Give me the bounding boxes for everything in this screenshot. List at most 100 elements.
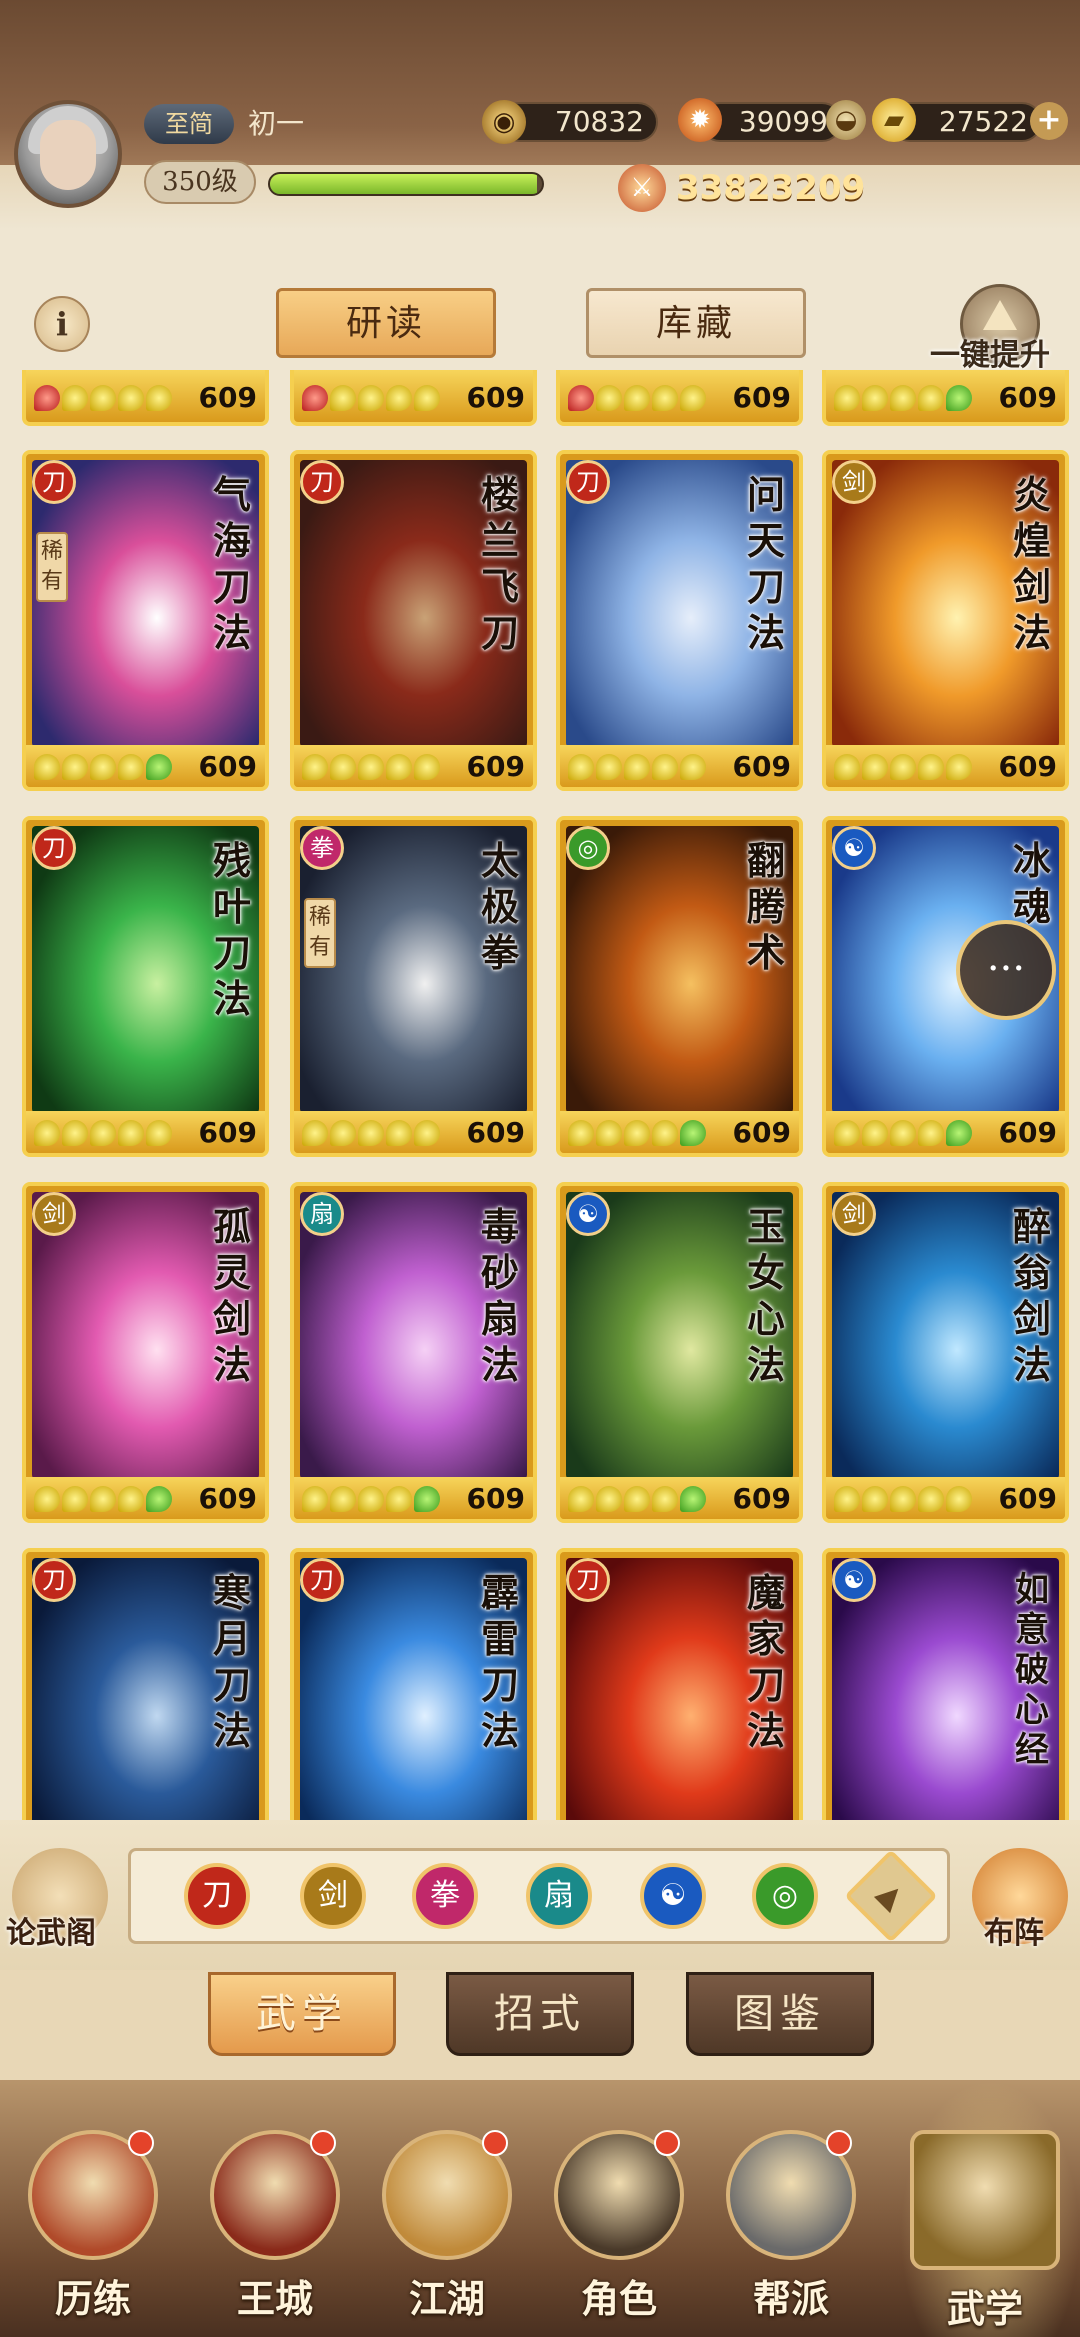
yellow-bead-icon: [386, 385, 412, 411]
yellow-bead-icon: [568, 1120, 594, 1146]
subtab-martial-arts[interactable]: 武学: [208, 1972, 396, 2056]
martial-art-card[interactable]: 刀 残叶刀法 609: [22, 816, 269, 1157]
yellow-bead-icon: [624, 1120, 650, 1146]
martial-art-card[interactable]: ☯ 如意破心经: [822, 1548, 1069, 1820]
martial-art-card[interactable]: 刀 寒月刀法: [22, 1548, 269, 1820]
yellow-bead-icon: [862, 385, 888, 411]
card-count: 609: [198, 1482, 257, 1515]
green-bead-icon: [680, 1486, 706, 1512]
yellow-bead-icon: [680, 754, 706, 780]
chat-bubble-icon[interactable]: ···: [956, 920, 1056, 1020]
martial-art-card[interactable]: ◎ 翻腾术 609: [556, 816, 803, 1157]
green-bead-icon: [146, 1486, 172, 1512]
yellow-bead-icon: [862, 1486, 888, 1512]
add-currency-icon[interactable]: +: [1030, 102, 1068, 140]
yellow-bead-icon: [146, 1120, 172, 1146]
card-count: 609: [732, 381, 791, 414]
notification-dot-icon: [310, 2130, 336, 2156]
filter-flex-icon[interactable]: ◎: [752, 1863, 818, 1929]
fist-school-icon: 拳: [300, 826, 344, 870]
nav-0[interactable]: 历练: [18, 2130, 168, 2330]
filter-fist-icon[interactable]: 拳: [412, 1863, 478, 1929]
star-beads: [568, 1117, 708, 1147]
card-count: 609: [466, 750, 525, 783]
star-beads: [302, 382, 442, 412]
yellow-bead-icon: [358, 385, 384, 411]
partial-card-footer[interactable]: 609: [290, 370, 537, 426]
card-name: 如意破心经: [1015, 1570, 1049, 1770]
nav-2[interactable]: 江湖: [372, 2130, 522, 2330]
tab-collection[interactable]: 库藏: [586, 288, 806, 358]
martial-art-card[interactable]: 剑 炎煌剑法 609: [822, 450, 1069, 791]
yellow-bead-icon: [118, 1486, 144, 1512]
notification-dot-icon: [482, 2130, 508, 2156]
sword-school-icon: 剑: [832, 1192, 876, 1236]
yellow-bead-icon: [596, 754, 622, 780]
martial-art-card[interactable]: 刀 楼兰飞刀 609: [290, 450, 537, 791]
inner-school-icon: ☯: [566, 1192, 610, 1236]
yellow-bead-icon: [596, 385, 622, 411]
filter-fan-icon[interactable]: 扇: [526, 1863, 592, 1929]
yellow-bead-icon: [890, 1486, 916, 1512]
martial-art-card[interactable]: 拳稀有 太极拳 609: [290, 816, 537, 1157]
yellow-bead-icon: [414, 754, 440, 780]
combat-power-value: 33823209: [676, 168, 866, 208]
martial-art-card[interactable]: 刀 魔家刀法: [556, 1548, 803, 1820]
yellow-bead-icon: [62, 754, 88, 780]
yellow-bead-icon: [386, 1486, 412, 1512]
star-beads: [34, 1483, 174, 1513]
card-count: 609: [998, 1116, 1057, 1149]
subtab-moves[interactable]: 招式: [446, 1972, 634, 2056]
card-count: 609: [466, 381, 525, 414]
nav-4[interactable]: 帮派: [716, 2130, 866, 2330]
sword-school-icon: 剑: [832, 460, 876, 504]
yellow-bead-icon: [918, 1120, 944, 1146]
martial-art-card[interactable]: 剑 醉翁剑法 609: [822, 1182, 1069, 1523]
filter-saber-icon[interactable]: 刀: [184, 1863, 250, 1929]
yellow-bead-icon: [652, 754, 678, 780]
tab-study[interactable]: 研读: [276, 288, 496, 358]
martial-arts-grid[interactable]: 609 609 609 609 刀稀有 气海刀法 609 刀楼兰飞刀 609 刀问天刀法 609 剑炎…: [0, 370, 1080, 1820]
yellow-bead-icon: [34, 1486, 60, 1512]
martial-art-card[interactable]: ☯ 玉女心法 609: [556, 1182, 803, 1523]
star-beads: [568, 1483, 708, 1513]
partial-card-footer[interactable]: 609: [22, 370, 269, 426]
yellow-bead-icon: [834, 754, 860, 780]
upgrade-arrow-icon: [983, 300, 1017, 330]
yellow-bead-icon: [624, 385, 650, 411]
filter-inner-icon[interactable]: ☯: [640, 1863, 706, 1929]
nav-5[interactable]: 武学: [910, 2130, 1060, 2331]
coin-icon: ◉: [482, 100, 526, 144]
yellow-bead-icon: [890, 1120, 916, 1146]
subtab-atlas[interactable]: 图鉴: [686, 1972, 874, 2056]
martial-art-card[interactable]: 刀 问天刀法 609: [556, 450, 803, 791]
card-name: 太极拳: [480, 838, 519, 975]
yellow-bead-icon: [834, 385, 860, 411]
card-count: 609: [198, 750, 257, 783]
vip-tag[interactable]: 至简: [144, 104, 234, 144]
martial-art-card[interactable]: 扇 毒砂扇法 609: [290, 1182, 537, 1523]
yellow-bead-icon: [890, 385, 916, 411]
filter-sword-icon[interactable]: 剑: [300, 1863, 366, 1929]
yellow-bead-icon: [90, 1120, 116, 1146]
star-beads: [834, 1483, 974, 1513]
star-beads: [34, 751, 174, 781]
nav-3[interactable]: 角色: [544, 2130, 694, 2330]
martial-art-card[interactable]: 剑 孤灵剑法 609: [22, 1182, 269, 1523]
martial-art-card[interactable]: 刀稀有 气海刀法 609: [22, 450, 269, 791]
yellow-bead-icon: [302, 1486, 328, 1512]
nav-1[interactable]: 王城: [200, 2130, 350, 2330]
card-name: 楼兰飞刀: [480, 472, 519, 655]
nav-label: 王城: [236, 2276, 313, 2321]
yellow-bead-icon: [62, 1120, 88, 1146]
formation-label: 布阵: [984, 1916, 1044, 1951]
nav-label: 角色: [580, 2276, 657, 2321]
partial-card-footer[interactable]: 609: [556, 370, 803, 426]
card-name: 霹雷刀法: [480, 1570, 519, 1753]
partial-card-footer[interactable]: 609: [822, 370, 1069, 426]
yellow-bead-icon: [834, 1486, 860, 1512]
info-button[interactable]: i: [34, 296, 90, 352]
yellow-bead-icon: [414, 385, 440, 411]
yellow-bead-icon: [62, 385, 88, 411]
martial-art-card[interactable]: 刀 霹雷刀法: [290, 1548, 537, 1820]
